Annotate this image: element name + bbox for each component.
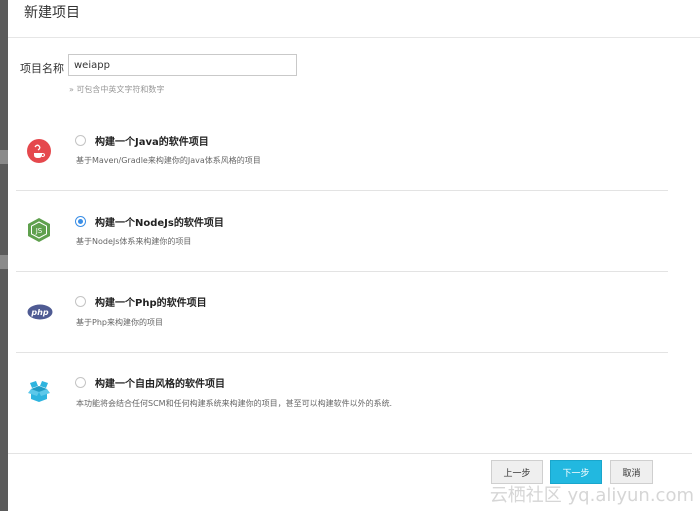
strip-notch bbox=[0, 150, 8, 164]
strip-notch bbox=[0, 255, 8, 269]
watermark: 云栖社区 yq.aliyun.com bbox=[489, 485, 694, 506]
title-divider bbox=[8, 37, 700, 38]
left-edge-strip bbox=[0, 0, 8, 511]
new-project-dialog: 新建项目 bbox=[8, 0, 700, 511]
dialog-title: 新建项目 bbox=[24, 5, 80, 21]
project-name-input[interactable] bbox=[68, 54, 297, 76]
footer-divider bbox=[8, 453, 692, 454]
